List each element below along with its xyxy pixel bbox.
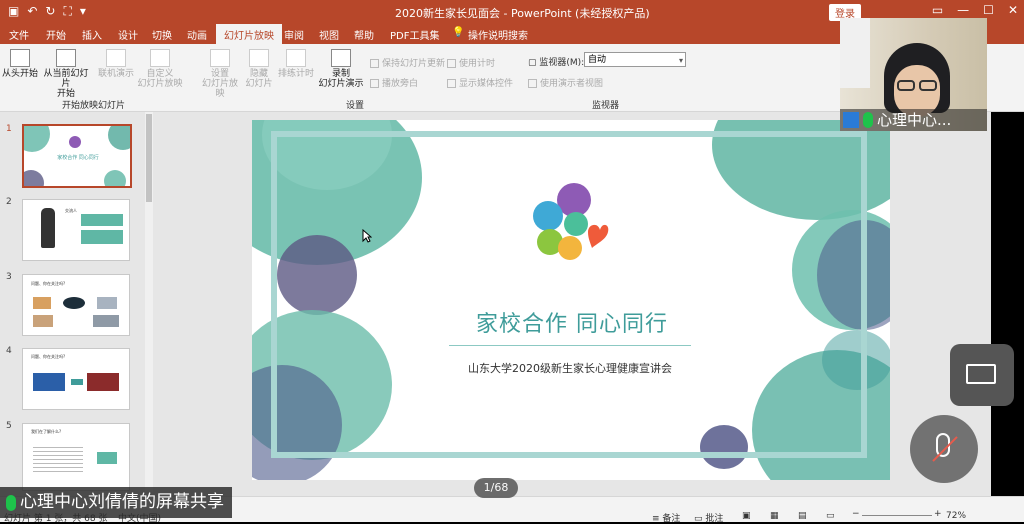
participant-name-label: 心理中心... [840, 109, 987, 131]
slide-thumbnail-5[interactable]: 我们在了解什么? [22, 423, 130, 491]
slide-title: 家校合作 同心同行 [476, 312, 668, 337]
notes-button[interactable]: ≡ 备注 [652, 511, 680, 524]
present-icon[interactable]: ⛶ [63, 4, 71, 19]
slide-thumbnail-2[interactable]: 交流人 [22, 199, 130, 261]
timer-icon [286, 49, 306, 67]
slide-number: 3 [6, 272, 12, 282]
reading-view-icon[interactable]: ▤ [798, 511, 807, 521]
online-present-button[interactable]: 联机演示 [98, 49, 134, 79]
use-timing-checkbox[interactable]: 使用计时 [447, 56, 495, 69]
save-icon[interactable]: ▣ [8, 4, 19, 19]
switch-screen-button[interactable] [950, 344, 1014, 406]
redo-icon[interactable]: ↻ [45, 4, 55, 19]
from-start-button[interactable]: 从头开始 [2, 49, 38, 79]
hide-slide-button[interactable]: 隐藏 幻灯片 [244, 49, 274, 89]
comments-button[interactable]: ▭ 批注 [694, 511, 723, 524]
main-slide[interactable]: 家校合作 同心同行 山东大学2020级新生家长心理健康宣讲会 [252, 120, 890, 480]
quick-access-toolbar: ▣ ↶ ↻ ⛶ ▾ [8, 4, 86, 19]
media-controls-checkbox[interactable]: 显示媒体控件 [447, 76, 513, 89]
mute-button[interactable] [910, 415, 978, 483]
sorter-view-icon[interactable]: ▦ [770, 511, 779, 521]
window-title: 2020新生家长见面会 - PowerPoint (未经授权产品) [395, 7, 650, 20]
more-icon[interactable]: ▾ [80, 4, 86, 19]
slideshow-icon [10, 49, 30, 67]
slide-number: 1 [6, 124, 12, 134]
slideshow-current-icon [56, 49, 76, 67]
tab-slideshow[interactable]: 幻灯片放映 [216, 24, 282, 44]
tab-file[interactable]: 文件 [9, 27, 29, 42]
flower-logo-icon [533, 183, 609, 260]
setup-show-button[interactable]: 设置 幻灯片放映 [198, 49, 242, 99]
undo-icon[interactable]: ↶ [27, 4, 37, 19]
play-narration-checkbox[interactable]: 播放旁白 [370, 76, 418, 89]
slide-thumbnail-3[interactable]: 问题、你在关注吗? [22, 274, 130, 336]
tab-pdf[interactable]: PDF工具集 [390, 27, 439, 42]
from-current-button[interactable]: 从当前幻灯片 开始 [40, 49, 92, 99]
monitor-label: ▢ 监视器(M): [528, 58, 585, 68]
mouse-cursor-icon [362, 229, 372, 243]
normal-view-icon[interactable]: ▣ [742, 511, 751, 521]
tab-insert[interactable]: 插入 [82, 27, 102, 42]
slide-number: 2 [6, 197, 12, 207]
slide-subtitle: 山东大学2020级新生家长心理健康宣讲会 [468, 362, 672, 375]
keep-updated-checkbox[interactable]: 保持幻灯片更新 [370, 56, 445, 69]
tab-review[interactable]: 审阅 [284, 27, 304, 42]
online-icon [106, 49, 126, 67]
minimize-icon[interactable]: — [957, 3, 969, 17]
slide-frame [271, 131, 867, 458]
screen-share-banner: 心理中心刘倩倩的屏幕共享 [0, 487, 232, 518]
close-icon[interactable]: ✕ [1008, 3, 1018, 17]
tab-design[interactable]: 设计 [118, 27, 138, 42]
slide-number: 5 [6, 421, 12, 431]
custom-show-button[interactable]: 自定义 幻灯片放映 [136, 49, 184, 89]
user-icon [843, 112, 859, 128]
page-indicator: 1/68 [474, 478, 518, 498]
slide-thumbnail-1[interactable]: 家校合作 同心同行 [22, 124, 132, 188]
slideshow-view-icon[interactable]: ▭ [826, 511, 835, 521]
microphone-icon [6, 494, 16, 511]
screen-icon [966, 364, 996, 384]
rehearse-button[interactable]: 排练计时 [278, 49, 314, 79]
record-button[interactable]: 录制 幻灯片演示 [316, 49, 366, 89]
tab-home[interactable]: 开始 [46, 27, 66, 42]
group-setup-label: 设置 [346, 101, 365, 111]
slide-number: 4 [6, 346, 12, 356]
record-icon [331, 49, 351, 67]
thumbnail-scrollbar[interactable] [145, 112, 153, 492]
tab-view[interactable]: 视图 [319, 27, 339, 42]
presenter-view-checkbox[interactable]: 使用演示者视图 [528, 76, 603, 89]
chevron-down-icon: ▾ [678, 56, 683, 65]
custom-show-icon [150, 49, 170, 67]
group-monitor-label: 监视器 [592, 101, 620, 111]
zoom-slider[interactable] [862, 515, 932, 516]
setup-icon [210, 49, 230, 67]
monitor-select[interactable]: 自动 ▾ [584, 52, 686, 67]
zoom-level[interactable]: 72% [946, 511, 966, 521]
lightbulb-icon: 💡 [452, 27, 465, 38]
slide-thumbnail-4[interactable]: 问题、你在关注吗? [22, 348, 130, 410]
hide-slide-icon [249, 49, 269, 67]
restore-ribbon-icon[interactable]: ▭ [932, 3, 943, 17]
zoom-in-icon[interactable]: + [934, 509, 942, 519]
microphone-icon [863, 112, 873, 128]
scrollbar-thumb[interactable] [146, 114, 152, 202]
maximize-icon[interactable]: ☐ [983, 3, 994, 17]
tab-transitions[interactable]: 切换 [152, 27, 172, 42]
group-start-label: 开始放映幻灯片 [62, 101, 126, 111]
tab-help[interactable]: 帮助 [354, 27, 374, 42]
participant-video[interactable]: 心理中心... [840, 18, 987, 131]
tell-me-search[interactable]: 操作说明搜索 [468, 27, 528, 42]
title-divider [449, 345, 691, 346]
zoom-out-icon[interactable]: − [852, 509, 860, 519]
tab-animations[interactable]: 动画 [187, 27, 207, 42]
